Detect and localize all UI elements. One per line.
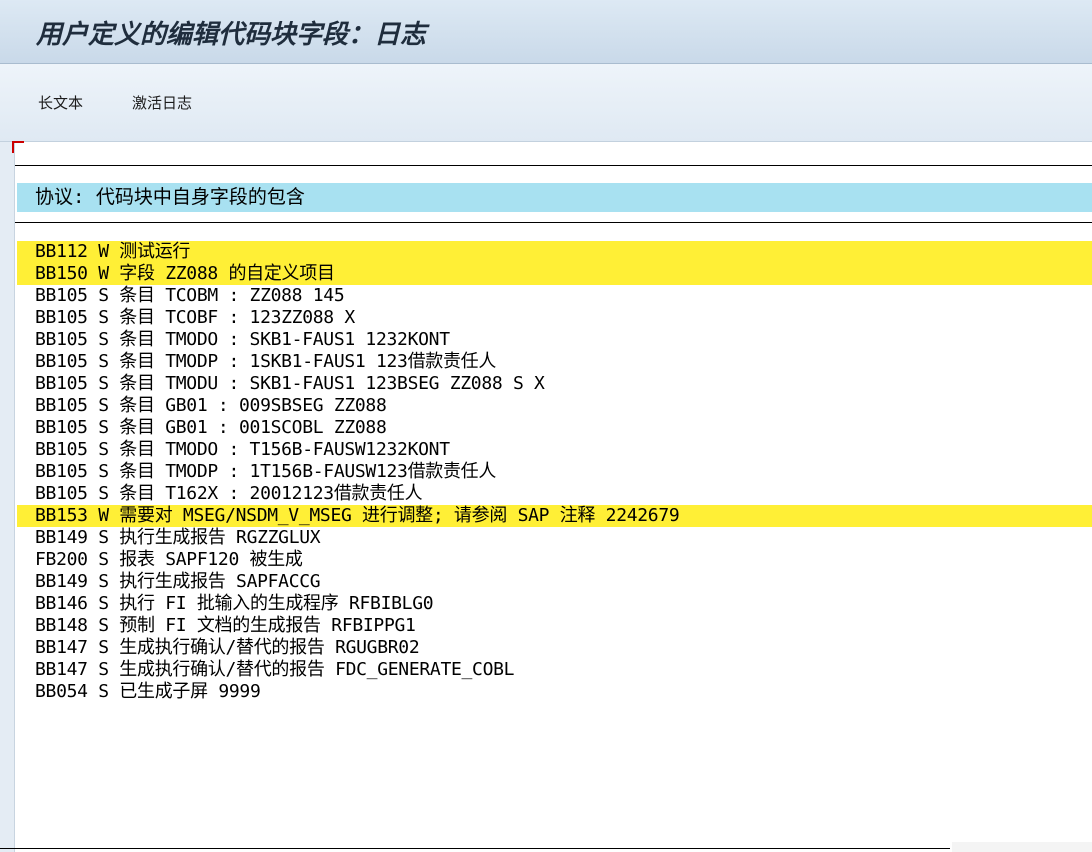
log-row-success[interactable]: BB105 S 条目 GB01 : 009SBSEG ZZ088 bbox=[17, 395, 1092, 417]
divider-heading bbox=[15, 222, 1092, 223]
log-row-success[interactable]: BB149 S 执行生成报告 RGZZGLUX bbox=[17, 527, 1092, 549]
log-row-success[interactable]: BB148 S 预制 FI 文档的生成报告 RFBIPPG1 bbox=[17, 615, 1092, 637]
log-row-success[interactable]: FB200 S 报表 SAPF120 被生成 bbox=[17, 549, 1092, 571]
window-title: 用户定义的编辑代码块字段：日志 bbox=[36, 20, 427, 50]
log-row-success[interactable]: BB105 S 条目 TMODO : T156B-FAUSW1232KONT bbox=[17, 439, 1092, 461]
log-row-success[interactable]: BB105 S 条目 TMODP : 1SKB1-FAUS1 123借款责任人 bbox=[17, 351, 1092, 373]
log-row-success[interactable]: BB147 S 生成执行确认/替代的报告 FDC_GENERATE_COBL bbox=[17, 659, 1092, 681]
log-row-success[interactable]: BB149 S 执行生成报告 SAPFACCG bbox=[17, 571, 1092, 593]
log-row-success[interactable]: BB105 S 条目 T162X : 20012123借款责任人 bbox=[17, 483, 1092, 505]
status-corner bbox=[952, 842, 1092, 852]
log-row-success[interactable]: BB105 S 条目 TCOBF : 123ZZ088 X bbox=[17, 307, 1092, 329]
activate-log-button[interactable]: 激活日志 bbox=[132, 92, 192, 113]
log-heading: 协议: 代码块中自身字段的包含 bbox=[17, 183, 1092, 212]
divider-bottom bbox=[0, 848, 950, 849]
divider-top bbox=[15, 165, 1092, 166]
log-row-success[interactable]: BB105 S 条目 TMODU : SKB1-FAUS1 123BSEG ZZ… bbox=[17, 373, 1092, 395]
log-row-warning[interactable]: BB153 W 需要对 MSEG/NSDM_V_MSEG 进行调整; 请参阅 S… bbox=[17, 505, 1092, 527]
log-row-warning[interactable]: BB112 W 测试运行 bbox=[17, 241, 1092, 263]
long-text-button[interactable]: 长文本 bbox=[38, 92, 83, 113]
log-row-success[interactable]: BB105 S 条目 TMODO : SKB1-FAUS1 1232KONT bbox=[17, 329, 1092, 351]
log-row-success[interactable]: BB147 S 生成执行确认/替代的报告 RGUGBR02 bbox=[17, 637, 1092, 659]
log-row-warning[interactable]: BB150 W 字段 ZZ088 的自定义项目 bbox=[17, 263, 1092, 285]
log-row-success[interactable]: BB105 S 条目 TMODP : 1T156B-FAUSW123借款责任人 bbox=[17, 461, 1092, 483]
log-row-success[interactable]: BB105 S 条目 TCOBM : ZZ088 145 bbox=[17, 285, 1092, 307]
log-row-success[interactable]: BB105 S 条目 GB01 : 001SCOBL ZZ088 bbox=[17, 417, 1092, 439]
log-row-success[interactable]: BB146 S 执行 FI 批输入的生成程序 RFBIBLG0 bbox=[17, 593, 1092, 615]
application-toolbar: 长文本 激活日志 bbox=[0, 64, 1092, 142]
log-content-area[interactable]: 协议: 代码块中自身字段的包含 BB112 W 测试运行 BB150 W 字段 Z… bbox=[15, 150, 1092, 852]
log-list: BB112 W 测试运行 BB150 W 字段 ZZ088 的自定义项目 BB105… bbox=[17, 241, 1092, 703]
title-bar: 用户定义的编辑代码块字段：日志 bbox=[0, 0, 1092, 64]
log-row-success[interactable]: BB054 S 已生成子屏 9999 bbox=[17, 681, 1092, 703]
